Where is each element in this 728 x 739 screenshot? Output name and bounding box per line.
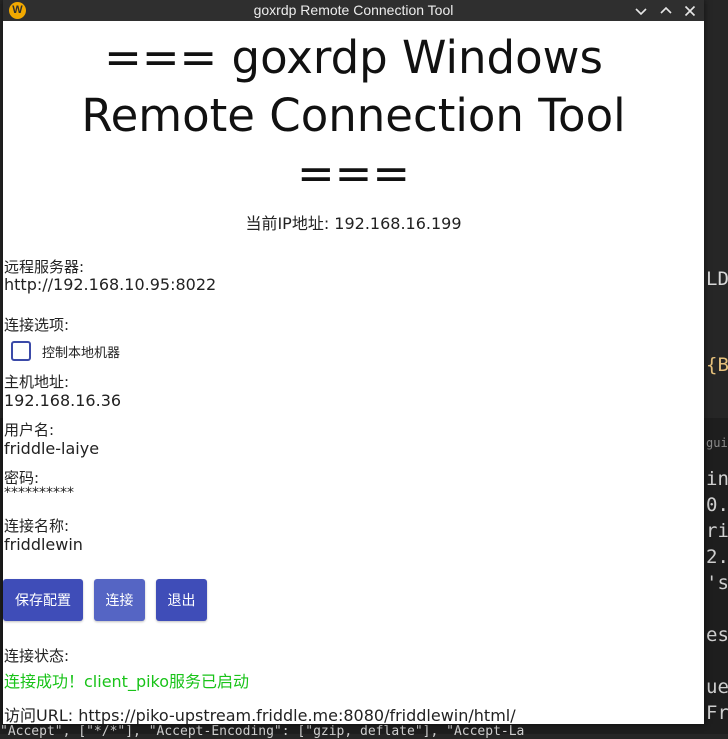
background-code-fragment: 'st — [706, 572, 728, 594]
connect-button[interactable]: 连接 — [94, 579, 145, 621]
server-value: http://192.168.10.95:8022 — [4, 275, 217, 294]
status-label: 连接状态: — [4, 647, 70, 665]
current-ip-text: 当前IP地址: 192.168.16.199 — [245, 214, 462, 233]
background-code-fragment: est — [706, 624, 728, 646]
title-bar[interactable]: W goxrdp Remote Connection Tool — [3, 0, 704, 21]
connection-name-label: 连接名称: — [4, 517, 70, 535]
background-code-fragment: gui — [706, 436, 728, 450]
chevron-up-icon — [660, 6, 672, 14]
background-code-fragment: in/ — [706, 468, 728, 490]
control-local-label[interactable]: 控制本地机器 — [42, 342, 120, 361]
title-line: === — [296, 147, 411, 200]
exit-button[interactable]: 退出 — [156, 579, 207, 621]
save-config-button[interactable]: 保存配置 — [3, 579, 83, 621]
title-line: === goxrdp Windows — [104, 31, 603, 84]
status-message: 连接成功！client_piko服务已启动 — [4, 672, 250, 691]
main-content: === goxrdp Windows Remote Connection Too… — [3, 21, 704, 724]
connection-name-value: friddlewin — [4, 535, 83, 554]
background-code-fragment: ri" — [706, 520, 728, 542]
minimize-button[interactable] — [631, 1, 651, 21]
background-code-fragment: ues — [706, 676, 728, 698]
background-code-fragment: LD — [706, 268, 728, 290]
host-label: 主机地址: — [4, 373, 70, 391]
username-value: friddle-laiye — [4, 439, 100, 458]
app-window: W goxrdp Remote Connection Tool === goxr… — [3, 0, 704, 724]
access-url-text: 访问URL: https://piko-upstream.friddle.me:… — [4, 706, 516, 724]
background-code-fragment: 0.0 — [706, 494, 728, 516]
server-label: 远程服务器: — [4, 258, 85, 276]
background-code-fragment: Fri — [706, 702, 728, 724]
username-label: 用户名: — [4, 421, 55, 439]
title-line: Remote Connection Tool — [81, 89, 626, 142]
maximize-button[interactable] — [656, 1, 676, 21]
background-code-fragment: "Accept", ["*/*"], "Accept-Encoding": ["… — [0, 724, 525, 739]
control-local-checkbox[interactable] — [11, 341, 31, 361]
host-value: 192.168.16.36 — [4, 391, 122, 410]
options-label: 连接选项: — [4, 316, 70, 334]
chevron-down-icon — [635, 8, 647, 16]
background-code-fragment: 2.1 — [706, 546, 728, 568]
background-code-fragment: {B — [706, 354, 728, 376]
close-button[interactable] — [680, 1, 700, 21]
page-title: === goxrdp Windows Remote Connection Too… — [3, 29, 704, 203]
password-value: ********** — [4, 485, 74, 501]
window-title: goxrdp Remote Connection Tool — [253, 2, 454, 18]
close-icon — [684, 5, 696, 17]
control-local-checkbox-row[interactable]: 控制本地机器 — [11, 340, 120, 362]
